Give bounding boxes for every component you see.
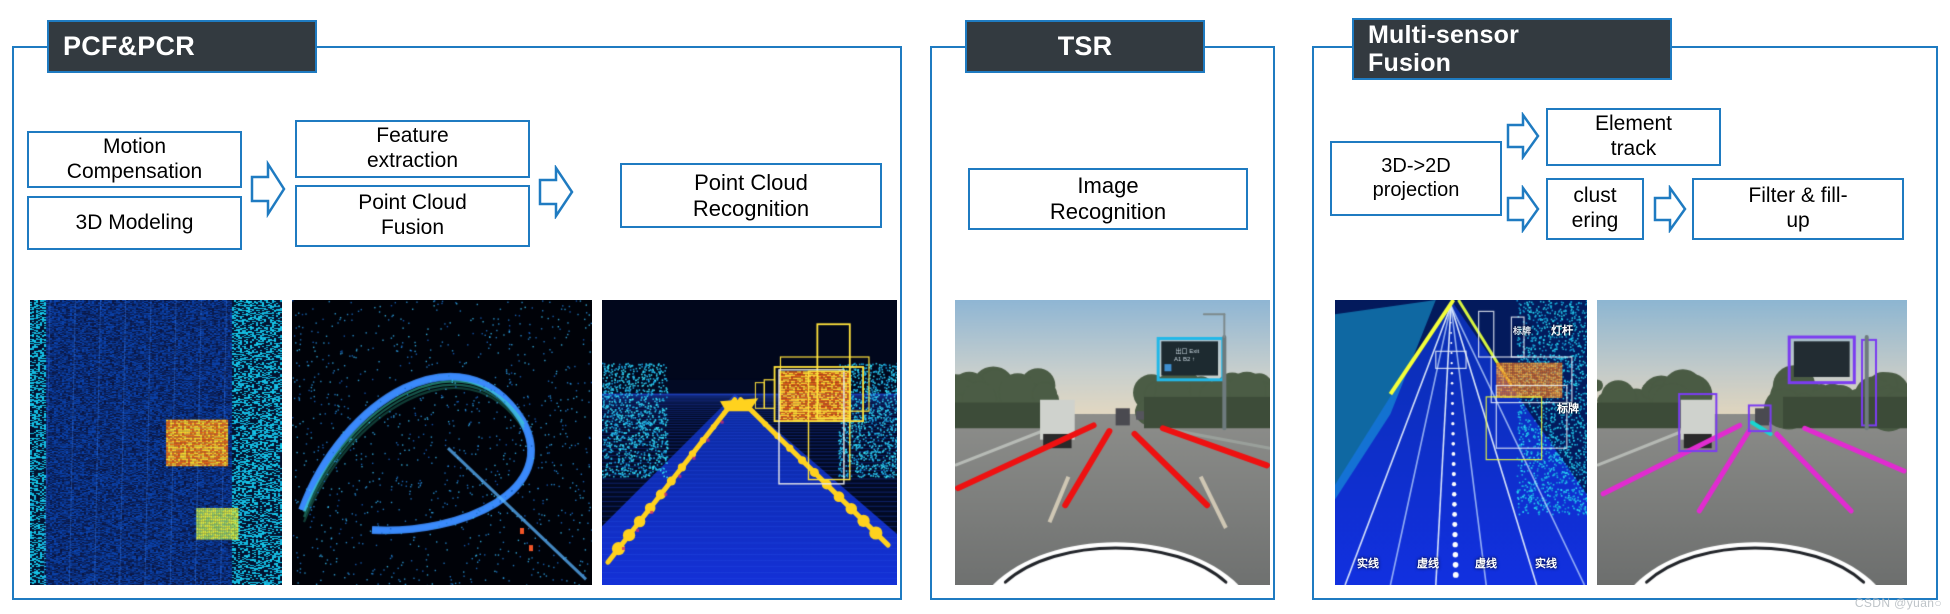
box-label: 3D->2D projection bbox=[1372, 154, 1460, 201]
box-label: Motion Compensation bbox=[66, 134, 203, 183]
media-lidar-curved-highway bbox=[292, 300, 592, 585]
panel-title-label: PCF&PCR bbox=[63, 31, 195, 62]
panel-title-label: Multi-sensor Fusion bbox=[1368, 21, 1520, 77]
panel-title-multi-sensor-fusion: Multi-sensor Fusion bbox=[1352, 18, 1672, 80]
arrow-clustering-filter bbox=[1653, 185, 1687, 233]
tsr-camera-canvas bbox=[955, 300, 1270, 585]
box-point-cloud-fusion[interactable]: Point Cloud Fusion bbox=[295, 185, 530, 247]
media-lidar-intensity-road bbox=[30, 300, 282, 585]
lidar-label-sign-right: 标牌 bbox=[1557, 403, 1579, 415]
lidar-label-solid-line-left: 实线 bbox=[1357, 558, 1379, 570]
box-3d-modeling[interactable]: 3D Modeling bbox=[27, 196, 242, 250]
box-element-track[interactable]: Element track bbox=[1546, 108, 1721, 166]
arrow-projection-clustering bbox=[1506, 185, 1540, 233]
arrow-stage1-stage2 bbox=[250, 160, 286, 218]
lidar-label-light-pole: 灯杆 bbox=[1551, 325, 1573, 337]
panel-title-tsr: TSR bbox=[965, 20, 1205, 73]
box-filter-fill-up[interactable]: Filter & fill- up bbox=[1692, 178, 1904, 240]
lidar-label-solid-line-right: 实线 bbox=[1535, 558, 1557, 570]
box-label: Feature extraction bbox=[366, 124, 459, 172]
arrow-projection-element bbox=[1506, 112, 1540, 160]
lidar-label-dashed-line-1: 虚线 bbox=[1417, 558, 1439, 570]
media-fusion-camera-boxes bbox=[1597, 300, 1907, 585]
arrow-stage2-stage3 bbox=[538, 165, 574, 219]
lidar-detection-canvas bbox=[602, 300, 897, 585]
box-label: clust ering bbox=[1571, 184, 1619, 232]
lidar-label-dashed-line-2: 虚线 bbox=[1475, 558, 1497, 570]
box-label: Filter & fill- up bbox=[1748, 184, 1848, 232]
fusion-camera-canvas bbox=[1597, 300, 1907, 585]
box-label: 3D Modeling bbox=[75, 210, 194, 234]
panel-title-label: TSR bbox=[1057, 31, 1113, 62]
panel-title-pcf-pcr: PCF&PCR bbox=[47, 20, 317, 73]
lidar-curve-canvas bbox=[292, 300, 592, 585]
box-projection-3d-2d[interactable]: 3D->2D projection bbox=[1330, 141, 1502, 216]
box-motion-compensation[interactable]: Motion Compensation bbox=[27, 131, 242, 188]
box-feature-extraction[interactable]: Feature extraction bbox=[295, 120, 530, 178]
csdn-watermark: CSDN @yuan○ bbox=[1854, 596, 1942, 610]
box-label: Image Recognition bbox=[1049, 173, 1167, 224]
box-label: Point Cloud Fusion bbox=[358, 191, 467, 239]
box-point-cloud-recognition[interactable]: Point Cloud Recognition bbox=[620, 163, 882, 228]
box-image-recognition[interactable]: Image Recognition bbox=[968, 168, 1248, 230]
media-fusion-lidar-labeled: 实线 虚线 虚线 实线 标牌 灯杆 标牌 bbox=[1335, 300, 1587, 585]
box-label: Point Cloud Recognition bbox=[692, 169, 810, 221]
fusion-lidar-canvas bbox=[1335, 300, 1587, 585]
lidar-intensity-canvas bbox=[30, 300, 282, 585]
diagram-canvas: PCF&PCR Motion Compensation 3D Modeling … bbox=[0, 0, 1950, 614]
media-lidar-detection-boxes bbox=[602, 300, 897, 585]
box-clustering[interactable]: clust ering bbox=[1546, 178, 1644, 240]
media-camera-road-sign bbox=[955, 300, 1270, 585]
box-label: Element track bbox=[1594, 112, 1673, 160]
lidar-label-sign-upper: 标牌 bbox=[1513, 326, 1532, 336]
